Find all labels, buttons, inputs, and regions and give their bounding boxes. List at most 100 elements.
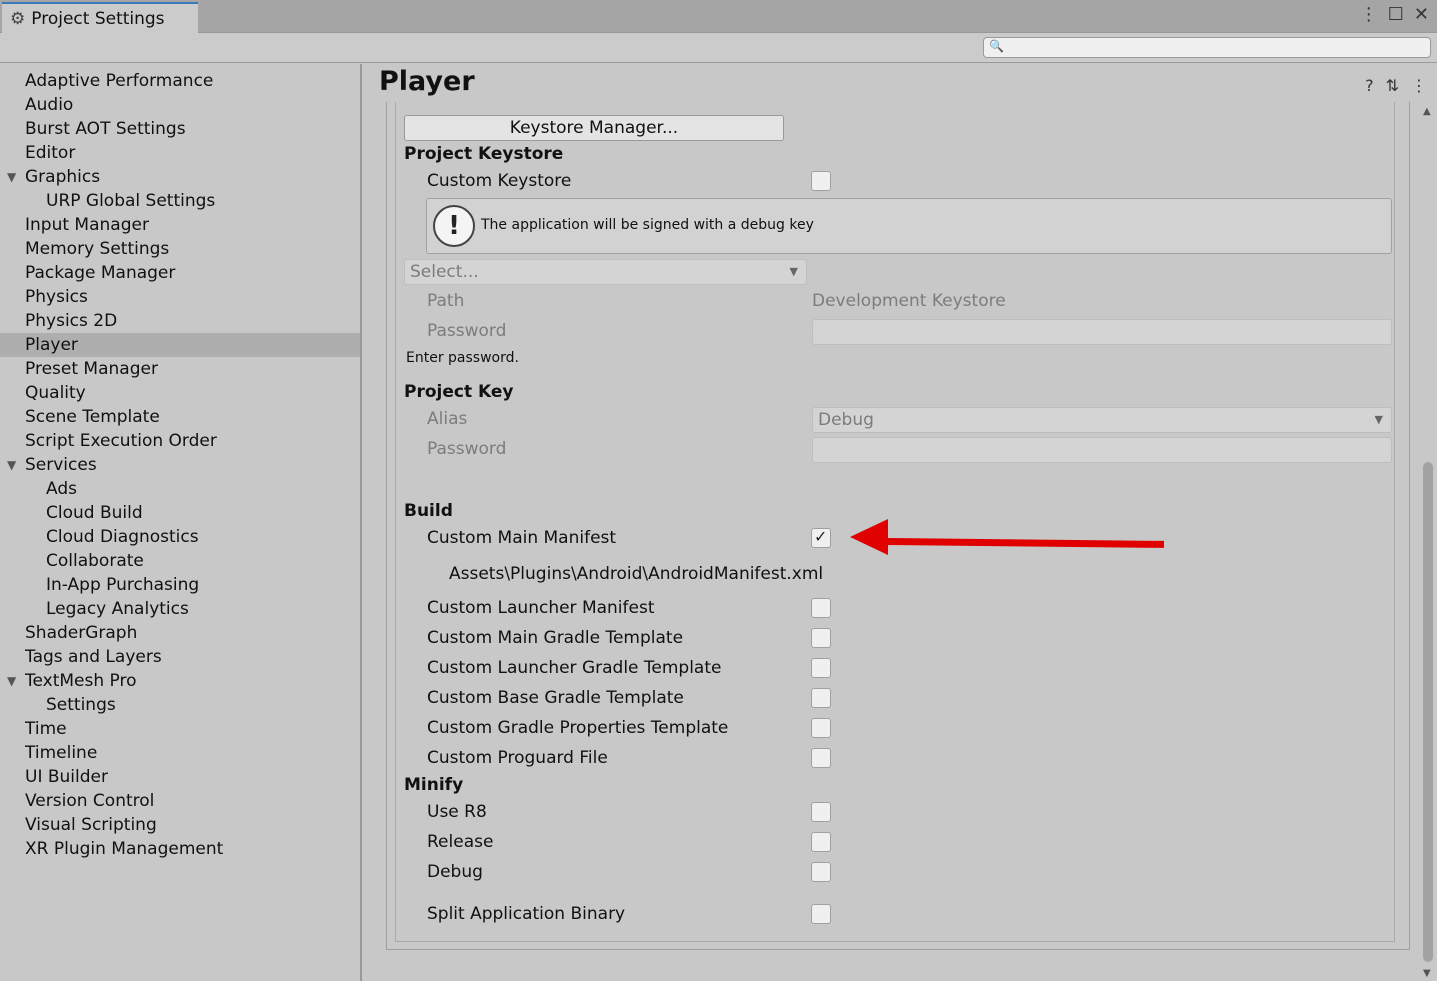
sidebar-item[interactable]: Timeline: [0, 741, 360, 765]
sidebar-item[interactable]: Cloud Diagnostics: [0, 525, 360, 549]
more-icon[interactable]: ⋮: [1360, 4, 1378, 25]
key-password-label: Password: [427, 439, 507, 459]
sidebar-item[interactable]: XR Plugin Management: [0, 837, 360, 861]
sidebar-item-label: Graphics: [25, 167, 101, 187]
sidebar-item[interactable]: Physics 2D: [0, 309, 360, 333]
sidebar-item[interactable]: Visual Scripting: [0, 813, 360, 837]
keystore-select-dropdown[interactable]: Select... ▼: [404, 259, 807, 285]
sidebar-item[interactable]: Physics: [0, 285, 360, 309]
sidebar-item[interactable]: ▼ Graphics: [0, 165, 360, 189]
sidebar-item[interactable]: Adaptive Performance: [0, 69, 360, 93]
option-checkbox[interactable]: [811, 688, 831, 708]
option-checkbox[interactable]: [811, 658, 831, 678]
option-checkbox[interactable]: [811, 802, 831, 822]
sidebar-item[interactable]: Ads: [0, 477, 360, 501]
sidebar-item[interactable]: ▼ Services: [0, 453, 360, 477]
search-icon: 🔍: [989, 39, 1004, 53]
sidebar-item-label: URP Global Settings: [46, 191, 216, 211]
sidebar-item-label: Time: [25, 719, 67, 739]
foldout-arrow-icon[interactable]: ▼: [7, 165, 16, 189]
scrollbar-thumb[interactable]: [1423, 462, 1433, 962]
option-label: Custom Launcher Manifest: [427, 598, 655, 618]
maximize-icon[interactable]: ☐: [1388, 4, 1404, 25]
keystore-manager-button[interactable]: Keystore Manager...: [404, 115, 784, 141]
split-binary-checkbox[interactable]: [811, 904, 831, 924]
scroll-up-icon[interactable]: ▲: [1423, 106, 1431, 117]
option-checkbox[interactable]: [811, 628, 831, 648]
page-title: Player: [379, 66, 475, 97]
sidebar-item-label: TextMesh Pro: [25, 671, 137, 691]
project-key-heading: Project Key: [404, 382, 514, 402]
sidebar-item[interactable]: Collaborate: [0, 549, 360, 573]
foldout-arrow-icon[interactable]: ▼: [7, 453, 16, 477]
custom-keystore-checkbox[interactable]: [811, 171, 831, 191]
sidebar-item[interactable]: Scene Template: [0, 405, 360, 429]
sidebar-item[interactable]: Settings: [0, 693, 360, 717]
sidebar-item[interactable]: Legacy Analytics: [0, 597, 360, 621]
option-checkbox[interactable]: [811, 748, 831, 768]
search-input[interactable]: 🔍: [983, 37, 1431, 58]
warning-icon: !: [433, 205, 475, 247]
keystore-password-field[interactable]: [812, 319, 1392, 345]
preset-icon[interactable]: ⇅: [1386, 76, 1399, 95]
vertical-scrollbar[interactable]: ▲ ▼: [1419, 104, 1437, 981]
scroll-down-icon[interactable]: ▼: [1423, 968, 1431, 979]
sidebar-item[interactable]: Input Manager: [0, 213, 360, 237]
sidebar-item[interactable]: Script Execution Order: [0, 429, 360, 453]
sidebar-item-label: Timeline: [25, 743, 98, 763]
option-checkbox[interactable]: [811, 832, 831, 852]
sidebar-item[interactable]: ▼ TextMesh Pro: [0, 669, 360, 693]
sidebar-item[interactable]: Time: [0, 717, 360, 741]
tab-title: Project Settings: [31, 8, 165, 29]
sidebar-item[interactable]: Package Manager: [0, 261, 360, 285]
sidebar-item[interactable]: ShaderGraph: [0, 621, 360, 645]
keystore-password-label: Password: [427, 321, 507, 341]
sidebar-item-label: In-App Purchasing: [46, 575, 200, 595]
option-label: Release: [427, 832, 494, 852]
sidebar-item[interactable]: URP Global Settings: [0, 189, 360, 213]
sidebar-item[interactable]: Player: [0, 333, 360, 357]
key-password-field[interactable]: [812, 437, 1392, 463]
option-checkbox[interactable]: [811, 598, 831, 618]
annotation-arrow-head: [850, 519, 888, 555]
sidebar-item-label: ShaderGraph: [25, 623, 138, 643]
close-icon[interactable]: ✕: [1414, 4, 1429, 25]
tab-project-settings[interactable]: ⚙ Project Settings: [2, 2, 198, 33]
custom-main-manifest-checkbox[interactable]: [811, 527, 831, 548]
sidebar-item-label: Scene Template: [25, 407, 160, 427]
sidebar-item-label: Physics: [25, 287, 88, 307]
option-label: Use R8: [427, 802, 487, 822]
sidebar-item-label: Audio: [25, 95, 74, 115]
build-heading: Build: [404, 501, 453, 521]
sidebar-item[interactable]: Version Control: [0, 789, 360, 813]
more-icon[interactable]: ⋮: [1411, 76, 1427, 95]
sidebar-item-label: Services: [25, 455, 97, 475]
sidebar-item-label: UI Builder: [25, 767, 108, 787]
path-value: Development Keystore: [812, 291, 1006, 311]
sidebar-item-label: Cloud Build: [46, 503, 143, 523]
sidebar-item[interactable]: UI Builder: [0, 765, 360, 789]
sidebar-item-label: Cloud Diagnostics: [46, 527, 199, 547]
sidebar-item[interactable]: Burst AOT Settings: [0, 117, 360, 141]
sidebar-item[interactable]: Editor: [0, 141, 360, 165]
split-binary-label: Split Application Binary: [427, 904, 626, 924]
option-label: Debug: [427, 862, 483, 882]
sidebar-item[interactable]: Preset Manager: [0, 357, 360, 381]
sidebar-item-label: Physics 2D: [25, 311, 118, 331]
sidebar-item[interactable]: Tags and Layers: [0, 645, 360, 669]
option-checkbox[interactable]: [811, 862, 831, 882]
sidebar-item-label: Ads: [46, 479, 77, 499]
option-checkbox[interactable]: [811, 718, 831, 738]
foldout-arrow-icon[interactable]: ▼: [7, 669, 16, 693]
sidebar-item-label: Version Control: [25, 791, 155, 811]
sidebar-item-label: Package Manager: [25, 263, 176, 283]
help-icon[interactable]: ?: [1365, 76, 1374, 95]
sidebar-item[interactable]: Cloud Build: [0, 501, 360, 525]
sidebar-item[interactable]: Quality: [0, 381, 360, 405]
gear-icon: ⚙: [10, 8, 26, 29]
alias-dropdown[interactable]: Debug ▼: [812, 407, 1392, 433]
sidebar-item[interactable]: In-App Purchasing: [0, 573, 360, 597]
sidebar-item[interactable]: Memory Settings: [0, 237, 360, 261]
sidebar-item[interactable]: Audio: [0, 93, 360, 117]
option-label: Custom Base Gradle Template: [427, 688, 684, 708]
